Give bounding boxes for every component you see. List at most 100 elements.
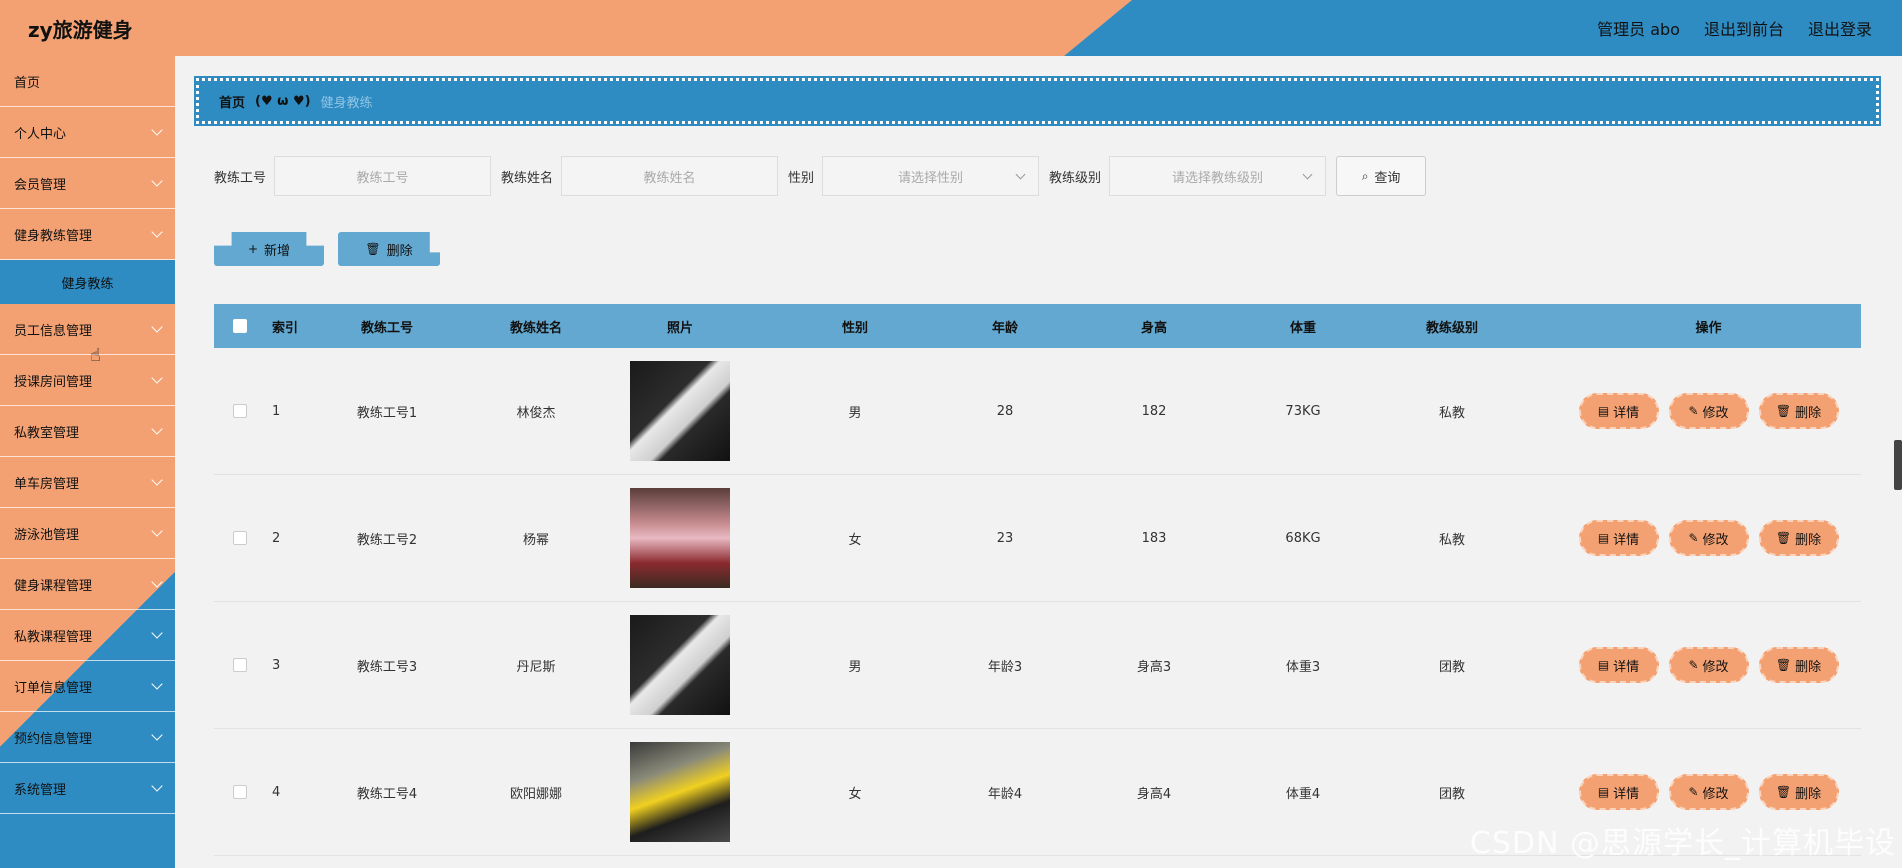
batch-delete-button[interactable]: 🗑 删除	[338, 232, 440, 266]
coach-name-input[interactable]: 教练姓名	[561, 156, 779, 196]
coach-no-placeholder: 教练工号	[356, 170, 409, 186]
header-links: 管理员 abo 退出到前台 退出登录	[1597, 16, 1872, 40]
document-icon: ▤	[1597, 785, 1610, 799]
cell-index: 4	[272, 784, 281, 800]
delete-label: 删除	[1795, 786, 1822, 802]
coach-table: 索引 教练工号 教练姓名 照片 性别 年龄 身高 体重 教练级别 操作 1 教练…	[214, 304, 1861, 856]
delete-button[interactable]: 🗑 删除	[1758, 393, 1839, 429]
hand-cursor-icon: ☝	[90, 345, 101, 366]
sidebar-item-classrooms[interactable]: 授课房间管理	[0, 355, 175, 406]
coach-photo[interactable]	[630, 615, 730, 715]
select-all-checkbox[interactable]	[233, 319, 247, 333]
sidebar-item-staff[interactable]: 员工信息管理	[0, 304, 175, 355]
sidebar-item-label: 首页	[14, 75, 41, 91]
cell-age: 年龄3	[987, 659, 1023, 675]
breadcrumb-home[interactable]: 首页	[219, 92, 245, 111]
table-row: 2 教练工号2 杨幂 女 23 183 68KG 私教 ▤ 详情 ✎ 修改 🗑 删除	[214, 475, 1861, 602]
sidebar-item-bike-rooms[interactable]: 单车房管理	[0, 457, 175, 508]
level-select[interactable]: 请选择教练级别	[1109, 156, 1327, 196]
cell-sex: 男	[848, 659, 862, 675]
chevron-down-icon	[151, 321, 163, 333]
cell-age: 年龄4	[987, 786, 1023, 802]
edit-button[interactable]: ✎ 修改	[1668, 774, 1749, 810]
table-row: 1 教练工号1 林俊杰 男 28 182 73KG 私教 ▤ 详情 ✎ 修改 🗑 删除	[214, 348, 1861, 475]
row-checkbox[interactable]	[233, 785, 247, 799]
row-checkbox[interactable]	[233, 404, 247, 418]
cell-height: 身高4	[1136, 786, 1172, 802]
cell-coach-no: 教练工号4	[356, 786, 418, 802]
sidebar-item-coach-management[interactable]: 健身教练管理	[0, 209, 175, 260]
delete-label: 删除	[1795, 532, 1822, 548]
coach-photo[interactable]	[630, 361, 730, 461]
trash-icon: 🗑	[1775, 404, 1792, 418]
edit-button[interactable]: ✎ 修改	[1668, 393, 1749, 429]
level-label: 教练级别	[1049, 170, 1102, 186]
coach-no-input[interactable]: 教练工号	[274, 156, 492, 196]
col-header-actions: 操作	[1695, 320, 1722, 336]
row-checkbox[interactable]	[233, 531, 247, 545]
edit-button[interactable]: ✎ 修改	[1668, 520, 1749, 556]
cell-coach-no: 教练工号1	[356, 405, 418, 421]
row-checkbox[interactable]	[233, 658, 247, 672]
top-header: zy旅游健身 管理员 abo 退出到前台 退出登录	[0, 0, 1902, 56]
edit-label: 修改	[1702, 786, 1729, 802]
sidebar-item-pools[interactable]: 游泳池管理	[0, 508, 175, 559]
delete-button[interactable]: 🗑 删除	[1758, 647, 1839, 683]
cell-coach-no: 教练工号3	[356, 659, 418, 675]
action-bar: + 新增 🗑 删除	[214, 232, 440, 266]
sidebar-item-members[interactable]: 会员管理	[0, 158, 175, 209]
cell-coach-no: 教练工号2	[356, 532, 418, 548]
detail-button[interactable]: ▤ 详情	[1578, 774, 1659, 810]
detail-button[interactable]: ▤ 详情	[1578, 393, 1659, 429]
sidebar-item-label: 私教课程管理	[14, 629, 93, 645]
cell-age: 28	[996, 403, 1014, 419]
sidebar-item-label: 系统管理	[14, 782, 67, 798]
coach-photo[interactable]	[630, 742, 730, 842]
sidebar-item-reservations[interactable]: 预约信息管理	[0, 712, 175, 763]
chevron-down-icon	[151, 576, 163, 588]
query-label: 查询	[1374, 170, 1401, 186]
col-header-age: 年龄	[991, 320, 1018, 336]
cell-level: 私教	[1438, 405, 1465, 421]
search-icon: ⌕	[1361, 168, 1369, 183]
sidebar-item-label: 私教室管理	[14, 425, 80, 441]
col-header-index: 索引	[272, 320, 299, 336]
delete-button[interactable]: 🗑 删除	[1758, 520, 1839, 556]
back-to-front-link[interactable]: 退出到前台	[1704, 16, 1784, 40]
table-row: 3 教练工号3 丹尼斯 男 年龄3 身高3 体重3 团教 ▤ 详情 ✎ 修改 🗑 删除	[214, 602, 1861, 729]
cell-coach-name: 欧阳娜娜	[509, 786, 562, 802]
cell-height: 身高3	[1136, 659, 1172, 675]
detail-button[interactable]: ▤ 详情	[1578, 520, 1659, 556]
scrollbar-handle[interactable]	[1894, 440, 1902, 490]
document-icon: ▤	[1597, 658, 1610, 672]
col-header-coach-name: 教练姓名	[509, 320, 562, 336]
sidebar-item-home[interactable]: 首页	[0, 56, 175, 107]
delete-button[interactable]: 🗑 删除	[1758, 774, 1839, 810]
cell-age: 23	[996, 530, 1014, 546]
sidebar-item-fitness-courses[interactable]: 健身课程管理	[0, 559, 175, 610]
trash-icon: 🗑	[365, 242, 381, 256]
coach-photo[interactable]	[630, 488, 730, 588]
sidebar-item-private-rooms[interactable]: 私教室管理	[0, 406, 175, 457]
query-button[interactable]: ⌕ 查询	[1336, 156, 1427, 196]
app-title: zy旅游健身	[28, 18, 133, 42]
cell-height: 182	[1141, 403, 1167, 419]
sidebar-item-orders[interactable]: 订单信息管理	[0, 661, 175, 712]
pencil-icon: ✎	[1688, 785, 1699, 799]
logout-link[interactable]: 退出登录	[1808, 16, 1872, 40]
sex-select[interactable]: 请选择性别	[822, 156, 1040, 196]
detail-button[interactable]: ▤ 详情	[1578, 647, 1659, 683]
add-button[interactable]: + 新增	[214, 232, 324, 266]
edit-button[interactable]: ✎ 修改	[1668, 647, 1749, 683]
cell-height: 183	[1141, 530, 1167, 546]
chevron-down-icon	[151, 226, 163, 238]
sex-label: 性别	[788, 170, 815, 186]
sidebar-item-private-courses[interactable]: 私教课程管理	[0, 610, 175, 661]
sidebar-item-system[interactable]: 系统管理	[0, 763, 175, 814]
cell-index: 2	[272, 530, 281, 546]
document-icon: ▤	[1597, 404, 1610, 418]
sidebar-subitem-coaches[interactable]: 健身教练	[0, 260, 175, 304]
sidebar-item-label: 游泳池管理	[14, 527, 80, 543]
sidebar-item-personal-center[interactable]: 个人中心	[0, 107, 175, 158]
col-header-height: 身高	[1140, 320, 1167, 336]
